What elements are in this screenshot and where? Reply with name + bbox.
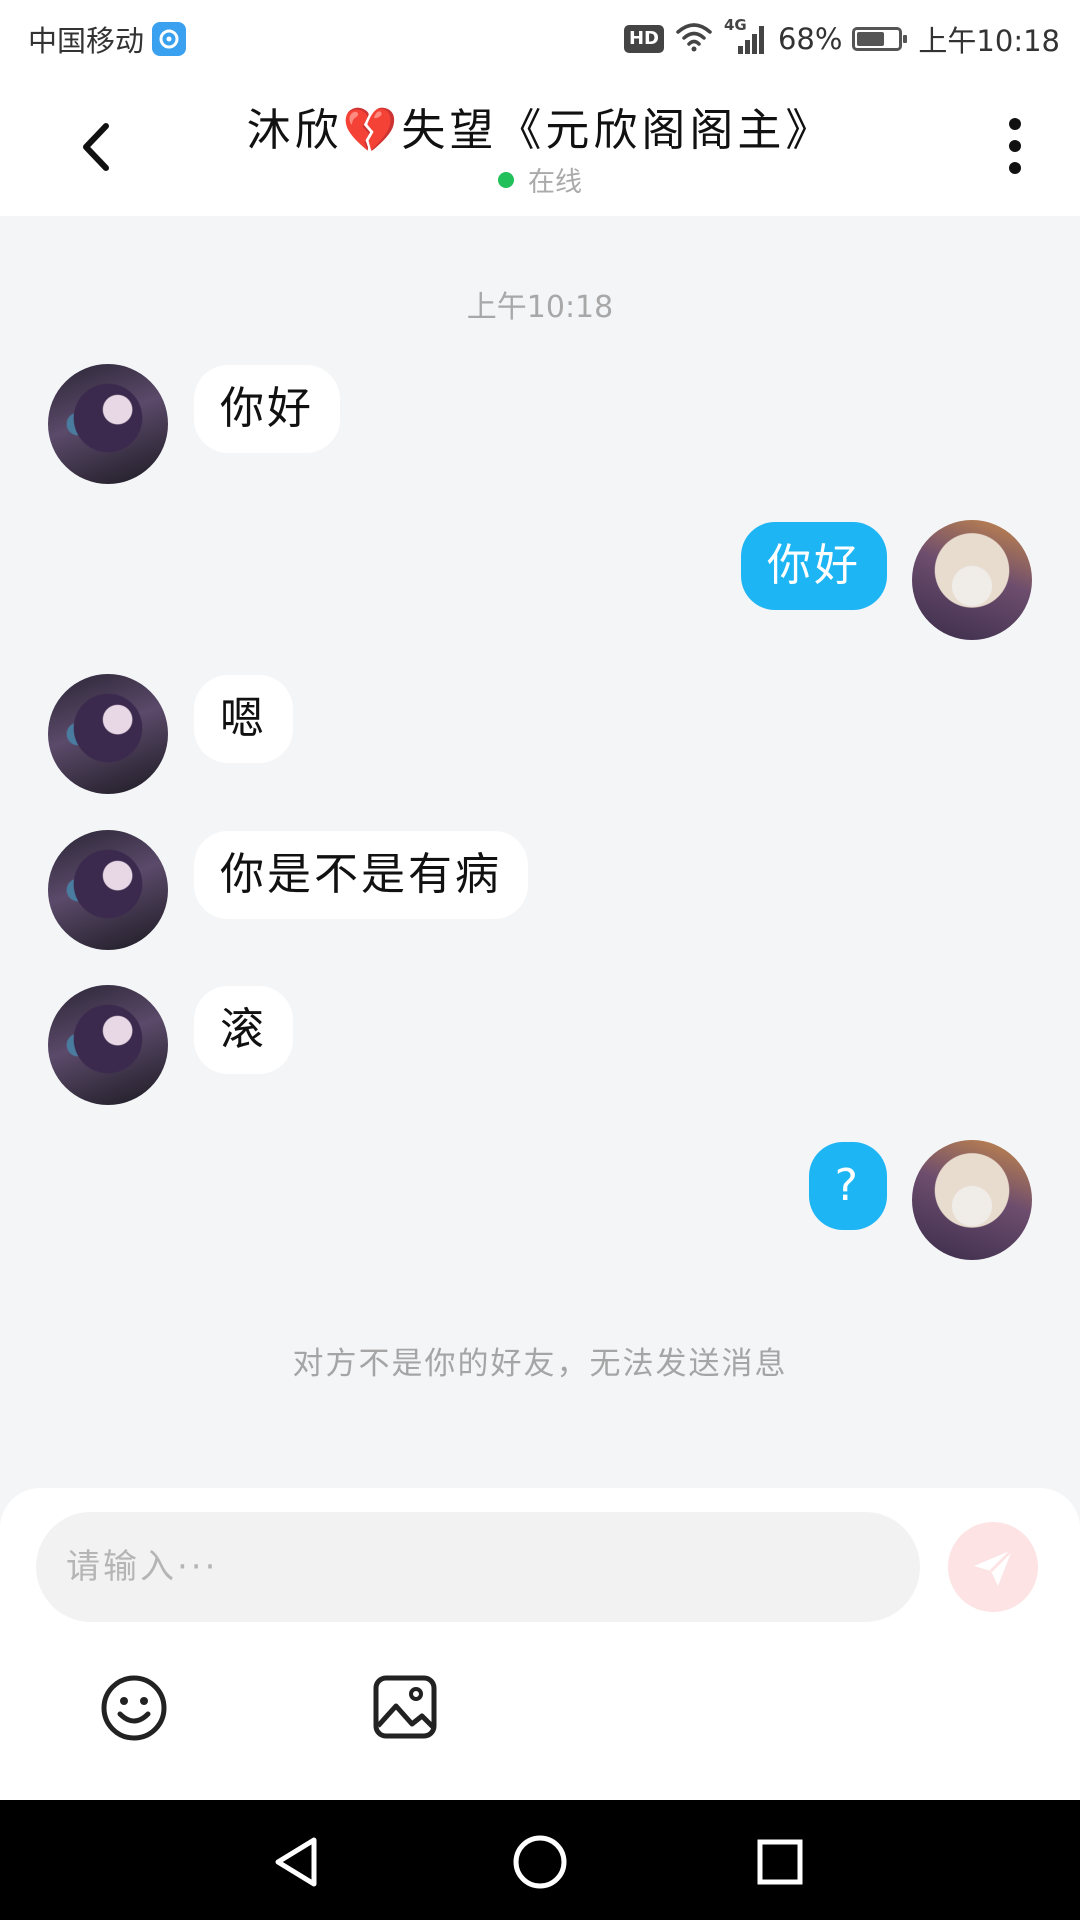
system-nav-bar — [0, 1800, 1080, 1920]
contact-avatar[interactable] — [48, 830, 168, 950]
status-bar-right: HD 4G 68% 上午10:18 — [623, 16, 1060, 60]
carrier-name: 中国移动 — [28, 24, 145, 58]
send-button[interactable] — [948, 1522, 1038, 1612]
status-bar: 中国移动 HD 4G 68% 上午10:18 — [0, 0, 1080, 76]
my-avatar[interactable] — [912, 1140, 1032, 1260]
message-bubble-sent[interactable]: ? — [808, 1142, 887, 1230]
cellular-signal-icon: 4G — [724, 16, 768, 56]
contact-avatar[interactable] — [48, 674, 168, 794]
message-bubble-received[interactable]: 滚 — [194, 986, 293, 1074]
status-time: 上午10:18 — [918, 24, 1060, 58]
status-bar-left: 中国移动 — [28, 18, 187, 60]
input-panel — [0, 1488, 1080, 1800]
assistant-app-icon — [152, 22, 187, 56]
message-bubble-sent[interactable]: 你好 — [741, 522, 887, 610]
more-vertical-icon — [1009, 118, 1021, 174]
my-avatar[interactable] — [912, 520, 1032, 640]
message-bubble-received[interactable]: 你好 — [194, 365, 340, 453]
online-dot — [498, 172, 514, 188]
emoji-icon — [101, 1675, 167, 1741]
emoji-button[interactable] — [100, 1674, 168, 1742]
image-button[interactable] — [372, 1674, 438, 1740]
contact-avatar[interactable] — [48, 364, 168, 484]
nav-recents-icon — [757, 1839, 803, 1885]
message-bubble-received[interactable]: 你是不是有病 — [194, 831, 528, 919]
nav-back-button[interactable] — [268, 1832, 328, 1892]
wifi-icon — [674, 20, 714, 59]
online-status-label: 在线 — [528, 167, 582, 198]
online-status: 在线 — [0, 160, 1080, 199]
more-options-button[interactable] — [990, 114, 1040, 178]
chat-header: 沐欣💔失望《元欣阁阁主》 在线 — [0, 76, 1080, 216]
send-icon — [974, 1548, 1014, 1586]
nav-recents-button[interactable] — [750, 1832, 810, 1892]
hd-badge: HD — [623, 25, 664, 53]
battery-icon — [852, 27, 908, 51]
message-bubble-received[interactable]: 嗯 — [194, 675, 293, 763]
not-friend-notice: 对方不是你的好友，无法发送消息 — [292, 1346, 788, 1382]
contact-avatar[interactable] — [48, 985, 168, 1105]
battery-level-fill — [857, 32, 885, 46]
battery-percent: 68% — [777, 22, 843, 56]
nav-home-icon — [513, 1835, 567, 1889]
nav-back-icon — [275, 1837, 317, 1887]
chat-title: 沐欣💔失望《元欣阁阁主》 — [246, 105, 834, 156]
nav-home-button[interactable] — [510, 1832, 570, 1892]
image-icon — [373, 1675, 437, 1739]
message-timestamp: 上午10:18 — [466, 290, 614, 325]
message-input[interactable] — [36, 1512, 920, 1622]
